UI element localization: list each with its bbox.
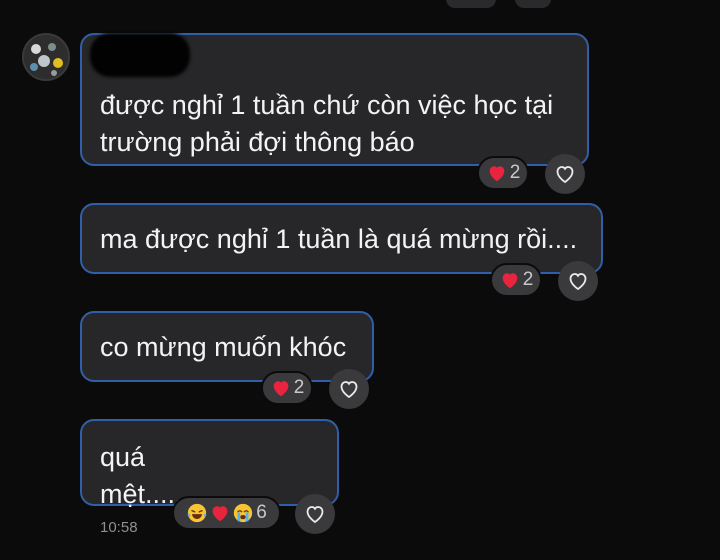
reaction-chip[interactable]: 2	[490, 263, 542, 297]
reaction-chip[interactable]: 2	[261, 371, 313, 405]
message-text: co mừng muốn khóc	[100, 332, 347, 362]
heart-outline-icon	[556, 166, 574, 184]
reaction-count: 2	[293, 377, 305, 398]
heart-outline-icon	[569, 273, 587, 291]
like-button[interactable]	[329, 369, 369, 409]
reaction-count: 2	[522, 269, 534, 290]
message-bubble[interactable]: co mừng muốn khóc	[80, 311, 374, 382]
heart-icon	[489, 166, 505, 182]
avatar-image	[24, 35, 68, 79]
like-button[interactable]	[295, 494, 335, 534]
message-text: được nghỉ 1 tuần chứ còn việc học tại tr…	[100, 90, 554, 157]
heart-outline-icon	[306, 506, 324, 524]
heart-outline-icon	[340, 381, 358, 399]
previous-like-button[interactable]	[515, 0, 551, 8]
like-button[interactable]	[545, 154, 585, 194]
message-bubble[interactable]: được nghỉ 1 tuần chứ còn việc học tại tr…	[80, 33, 589, 166]
message-bubble[interactable]: quá mệt................. 10:58	[80, 419, 339, 536]
redacted-sender-name	[90, 33, 190, 77]
laughing-tears-icon	[187, 503, 207, 523]
like-button[interactable]	[558, 261, 598, 301]
reaction-count: 2	[509, 162, 521, 183]
avatar[interactable]	[22, 33, 70, 81]
reaction-chip[interactable]: 2	[477, 156, 529, 190]
reaction-count: 6	[256, 502, 267, 523]
heart-icon	[212, 506, 228, 522]
heart-icon	[502, 273, 518, 289]
message-text: ma được nghỉ 1 tuần là quá mừng rồi....	[100, 224, 578, 254]
reaction-chip[interactable]: 6	[172, 496, 281, 530]
crying-face-icon	[234, 503, 253, 523]
previous-reaction-chip[interactable]	[446, 0, 496, 8]
heart-icon	[273, 381, 289, 397]
